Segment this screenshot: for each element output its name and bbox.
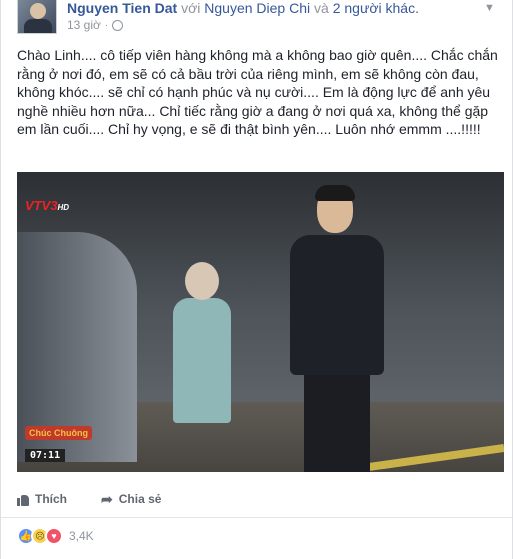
and-text: và [314,0,329,16]
reactions-summary[interactable]: 👍 ☹ ♥ 3,4K [17,525,94,547]
others-link[interactable]: 2 người khác. [333,0,419,16]
tagged-link[interactable]: Nguyen Diep Chi [204,0,310,16]
with-text: với [181,0,201,16]
love-icon: ♥ [45,527,63,545]
post-actions: Thích ➦ Chia sẻ [17,485,498,513]
man-figure [282,185,392,472]
share-button[interactable]: ➦ Chia sẻ [101,491,161,508]
channel-logo: VTV3HD [25,198,70,213]
divider [1,517,512,518]
post-body: Chào Linh.... cô tiếp viên hàng không mà… [17,47,498,138]
reaction-count[interactable]: 3,4K [69,529,94,543]
thumbs-up-icon [17,493,29,506]
video-timestamp: 07:11 [25,449,66,462]
channel-hd: HD [57,203,70,212]
post-header: Nguyen Tien Dat với Nguyen Diep Chi và 2… [15,0,498,40]
globe-icon[interactable] [112,19,124,31]
girl-figure [167,262,237,447]
post-photo[interactable]: VTV3HD Chúc Chuông 07:11 [17,172,504,472]
author-link[interactable]: Nguyen Tien Dat [67,0,177,16]
post-meta: 13 giờ · [67,18,124,32]
like-button[interactable]: Thích [17,492,67,506]
like-label: Thích [35,492,67,506]
program-badge: Chúc Chuông [25,426,92,440]
post-card: Nguyen Tien Dat với Nguyen Diep Chi và 2… [0,0,513,559]
avatar[interactable] [17,0,57,34]
post-time[interactable]: 13 giờ [67,18,101,32]
share-arrow-icon: ➦ [101,490,113,507]
chevron-down-icon[interactable]: ▼ [484,2,498,14]
share-label: Chia sẻ [118,492,162,506]
post-title-line: Nguyen Tien Dat với Nguyen Diep Chi và 2… [67,0,419,16]
